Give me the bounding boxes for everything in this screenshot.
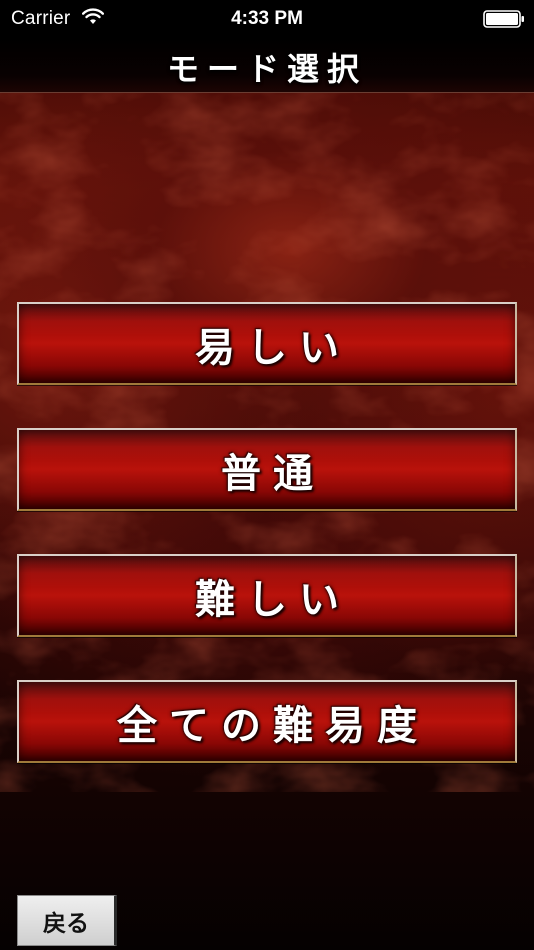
status-bar: Carrier 4:33 PM (0, 0, 534, 38)
mode-button-label: 普通 (221, 450, 325, 497)
mode-button-label: 易しい (195, 324, 351, 371)
mode-button-label: 難しい (195, 576, 351, 623)
battery-icon (483, 10, 524, 28)
back-button[interactable]: 戻る (17, 895, 117, 946)
mode-button-hard[interactable]: 難しい (17, 554, 517, 637)
mode-button-easy[interactable]: 易しい (17, 302, 517, 385)
mode-button-all-difficulties[interactable]: 全ての難易度 (17, 680, 517, 763)
mode-button-normal[interactable]: 普通 (17, 428, 517, 511)
page-title: モード選択 (166, 50, 367, 88)
status-time: 4:33 PM (231, 8, 303, 29)
navigation-bar: モード選択 (0, 38, 534, 93)
back-button-label: 戻る (43, 910, 89, 937)
mode-button-label: 全ての難易度 (117, 702, 429, 749)
mode-select-screen: Carrier 4:33 PM モード選択 易しい 普通 難しい 全ての難易度 … (0, 0, 534, 950)
